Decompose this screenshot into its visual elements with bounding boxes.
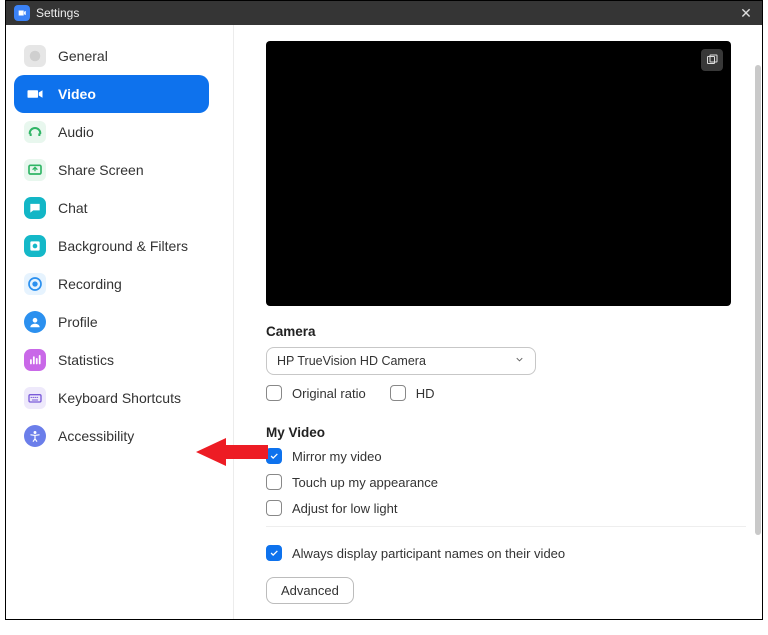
sidebar-item-audio[interactable]: Audio: [14, 113, 225, 151]
checkbox-label: Touch up my appearance: [292, 475, 438, 490]
chat-icon: [24, 197, 46, 219]
window-title: Settings: [36, 6, 79, 20]
audio-icon: [24, 121, 46, 143]
video-preview: [266, 41, 731, 306]
sidebar-item-label: Video: [58, 86, 96, 102]
section-title-my-video: My Video: [266, 425, 744, 440]
accessibility-icon: [24, 425, 46, 447]
video-icon: [24, 83, 46, 105]
checkbox-touch-up-appearance[interactable]: Touch up my appearance: [266, 474, 744, 490]
share-screen-icon: [24, 159, 46, 181]
sidebar-item-background-filters[interactable]: Background & Filters: [14, 227, 225, 265]
profile-icon: [24, 311, 46, 333]
sidebar: General Video Audio Share Screen: [6, 25, 234, 619]
sidebar-item-chat[interactable]: Chat: [14, 189, 225, 227]
checkbox-label: Always display participant names on thei…: [292, 546, 565, 561]
sidebar-item-video[interactable]: Video: [14, 75, 209, 113]
chevron-down-icon: [514, 354, 525, 368]
scrollbar-vertical[interactable]: [754, 25, 762, 619]
sidebar-item-keyboard-shortcuts[interactable]: Keyboard Shortcuts: [14, 379, 225, 417]
checkbox-label: HD: [416, 386, 435, 401]
advanced-button[interactable]: Advanced: [266, 577, 354, 604]
sidebar-item-label: Recording: [58, 276, 122, 292]
titlebar: Settings ✕: [6, 1, 762, 25]
checkbox-box: [266, 500, 282, 516]
main-panel: Camera HP TrueVision HD Camera Original …: [234, 25, 762, 619]
checkbox-box: [266, 474, 282, 490]
checkbox-hd[interactable]: HD: [390, 385, 435, 401]
sidebar-item-label: Share Screen: [58, 162, 144, 178]
sidebar-item-label: Chat: [58, 200, 88, 216]
sidebar-item-label: Audio: [58, 124, 94, 140]
sidebar-item-label: Profile: [58, 314, 98, 330]
checkbox-adjust-low-light[interactable]: Adjust for low light: [266, 500, 744, 516]
checkbox-box: [266, 448, 282, 464]
scrollbar-thumb[interactable]: [755, 65, 761, 535]
section-title-camera: Camera: [266, 324, 744, 339]
statistics-icon: [24, 349, 46, 371]
sidebar-item-recording[interactable]: Recording: [14, 265, 225, 303]
camera-select[interactable]: HP TrueVision HD Camera: [266, 347, 536, 375]
separator: [266, 526, 746, 527]
sidebar-item-general[interactable]: General: [14, 37, 225, 75]
app-icon: [14, 5, 30, 21]
camera-select-value: HP TrueVision HD Camera: [277, 354, 514, 368]
checkbox-label: Original ratio: [292, 386, 366, 401]
expand-preview-button[interactable]: [701, 49, 723, 71]
sidebar-item-profile[interactable]: Profile: [14, 303, 225, 341]
checkbox-mirror-my-video[interactable]: Mirror my video: [266, 448, 744, 464]
sidebar-item-label: Background & Filters: [58, 238, 188, 254]
sidebar-item-statistics[interactable]: Statistics: [14, 341, 225, 379]
sidebar-item-label: Accessibility: [58, 428, 134, 444]
sidebar-item-share-screen[interactable]: Share Screen: [14, 151, 225, 189]
checkbox-label: Adjust for low light: [292, 501, 398, 516]
checkbox-box: [390, 385, 406, 401]
checkbox-box: [266, 545, 282, 561]
general-icon: [24, 45, 46, 67]
checkbox-display-participant-names[interactable]: Always display participant names on thei…: [266, 545, 744, 561]
sidebar-item-label: Keyboard Shortcuts: [58, 390, 181, 406]
checkbox-box: [266, 385, 282, 401]
sidebar-item-label: General: [58, 48, 108, 64]
sidebar-item-label: Statistics: [58, 352, 114, 368]
checkbox-label: Mirror my video: [292, 449, 382, 464]
sidebar-item-accessibility[interactable]: Accessibility: [14, 417, 225, 455]
recording-icon: [24, 273, 46, 295]
checkbox-original-ratio[interactable]: Original ratio: [266, 385, 366, 401]
close-button[interactable]: ✕: [738, 5, 754, 22]
keyboard-icon: [24, 387, 46, 409]
background-filters-icon: [24, 235, 46, 257]
